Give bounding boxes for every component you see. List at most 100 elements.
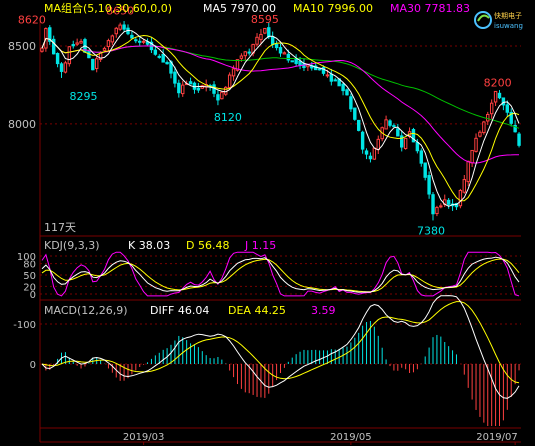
- candle-up[interactable]: [263, 27, 267, 34]
- candle-down[interactable]: [349, 96, 353, 110]
- candle-down[interactable]: [364, 150, 369, 155]
- candle-up[interactable]: [466, 160, 470, 183]
- candle-down[interactable]: [91, 58, 95, 71]
- candle-down[interactable]: [360, 131, 365, 150]
- candle-down[interactable]: [290, 60, 294, 63]
- candle-down[interactable]: [157, 55, 161, 58]
- candle-up[interactable]: [403, 137, 408, 149]
- candle-down[interactable]: [415, 141, 420, 152]
- candle-down[interactable]: [446, 199, 451, 205]
- candle-down[interactable]: [431, 194, 435, 215]
- candle-up[interactable]: [439, 205, 443, 208]
- candle-up[interactable]: [141, 40, 146, 43]
- candle-down[interactable]: [423, 162, 427, 178]
- candle-up[interactable]: [220, 91, 224, 100]
- candle-down[interactable]: [286, 53, 291, 61]
- candle-up[interactable]: [478, 131, 482, 137]
- candle-up[interactable]: [181, 84, 185, 95]
- candle-up[interactable]: [489, 102, 494, 115]
- candle-up[interactable]: [372, 147, 377, 160]
- candle-up[interactable]: [79, 40, 83, 44]
- candle-down[interactable]: [173, 71, 177, 84]
- ma30-line: [41, 37, 519, 164]
- candle-up[interactable]: [435, 207, 439, 215]
- candle-down[interactable]: [517, 133, 521, 146]
- candle-up[interactable]: [325, 74, 330, 77]
- candle-up[interactable]: [239, 55, 244, 59]
- candle-down[interactable]: [396, 128, 400, 137]
- candle-up[interactable]: [282, 52, 287, 55]
- candle-down[interactable]: [188, 81, 193, 85]
- candle-down[interactable]: [153, 49, 158, 55]
- candle-down[interactable]: [161, 53, 165, 63]
- candle-up[interactable]: [255, 36, 259, 45]
- macd-legend-title: MACD(12,26,9): [44, 304, 128, 317]
- candle-down[interactable]: [388, 120, 392, 126]
- candle-down[interactable]: [212, 84, 216, 94]
- candle-down[interactable]: [55, 53, 60, 65]
- candle-down[interactable]: [130, 34, 134, 39]
- candlestick-chart[interactable]: 850080008620865085958200829581207380MA组合…: [0, 0, 535, 446]
- candle-down[interactable]: [317, 68, 322, 71]
- candle-down[interactable]: [353, 107, 357, 120]
- candle-up[interactable]: [114, 27, 118, 35]
- candle-up[interactable]: [102, 47, 107, 51]
- logo-icon: [474, 11, 492, 29]
- candle-down[interactable]: [216, 94, 220, 101]
- futures-chart-window[interactable]: 8500 8000 8620 8650 8595 8200 8295 8120 7380 MA组合…: [0, 0, 535, 446]
- candle-down[interactable]: [341, 83, 345, 92]
- candle-up[interactable]: [474, 137, 478, 152]
- candle-down[interactable]: [278, 47, 283, 54]
- candle-down[interactable]: [247, 51, 251, 54]
- candle-up[interactable]: [243, 51, 248, 57]
- bar-count-label: 117天: [44, 221, 76, 234]
- candle-up[interactable]: [462, 179, 467, 193]
- candle-up[interactable]: [376, 138, 380, 151]
- candle-down[interactable]: [392, 125, 396, 128]
- candle-down[interactable]: [274, 43, 279, 49]
- candle-up[interactable]: [482, 121, 486, 134]
- candle-up[interactable]: [493, 90, 498, 103]
- candle-down[interactable]: [134, 39, 138, 42]
- candle-down[interactable]: [122, 24, 126, 30]
- candle-up[interactable]: [118, 24, 122, 30]
- candle-up[interactable]: [94, 58, 99, 69]
- candle-up[interactable]: [384, 119, 388, 130]
- kdj-tick-label: 50: [23, 271, 36, 282]
- candle-up[interactable]: [259, 33, 263, 40]
- candle-down[interactable]: [333, 79, 337, 82]
- candle-up[interactable]: [67, 46, 72, 65]
- candle-down[interactable]: [368, 155, 373, 160]
- candle-up[interactable]: [486, 113, 490, 122]
- candle-up[interactable]: [458, 190, 463, 207]
- candle-up[interactable]: [63, 62, 68, 73]
- candle-down[interactable]: [298, 60, 302, 66]
- candle-up[interactable]: [470, 149, 474, 164]
- kdj-tick-label: 0: [30, 290, 36, 301]
- candle-down[interactable]: [165, 61, 169, 65]
- candle-down[interactable]: [501, 97, 506, 106]
- candle-down[interactable]: [294, 58, 298, 64]
- candle-up[interactable]: [110, 35, 115, 43]
- candle-up[interactable]: [75, 42, 79, 45]
- candle-down[interactable]: [138, 40, 142, 43]
- candle-down[interactable]: [196, 87, 201, 91]
- candle-up[interactable]: [231, 68, 236, 77]
- y-tick-label: 8500: [8, 40, 36, 53]
- candle-up[interactable]: [106, 40, 111, 48]
- candle-up[interactable]: [227, 74, 232, 88]
- candle-down[interactable]: [427, 175, 431, 195]
- candle-down[interactable]: [177, 82, 181, 94]
- candle-down[interactable]: [267, 27, 271, 38]
- candle-down[interactable]: [270, 36, 275, 45]
- candle-down[interactable]: [497, 92, 502, 99]
- candle-up[interactable]: [40, 47, 44, 52]
- candle-down[interactable]: [419, 150, 423, 164]
- candle-down[interactable]: [505, 104, 510, 113]
- candle-down[interactable]: [71, 44, 75, 47]
- candle-down[interactable]: [345, 89, 349, 96]
- candle-down[interactable]: [329, 73, 334, 82]
- candle-down[interactable]: [59, 63, 64, 72]
- candle-down[interactable]: [356, 119, 361, 131]
- high-price-label: 8620: [18, 13, 46, 26]
